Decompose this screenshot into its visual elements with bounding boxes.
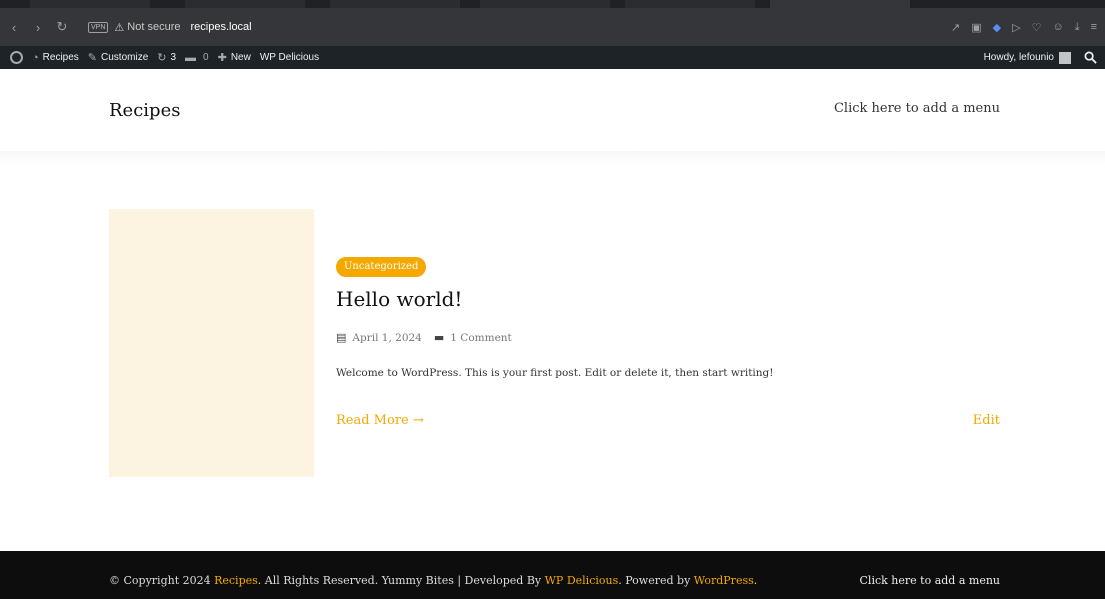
- dashboard-icon: ◔: [32, 51, 39, 64]
- copyright-middle: . All Rights Reserved. Yummy Bites | Dev…: [257, 574, 545, 587]
- copyright-end: .: [753, 574, 758, 587]
- read-more-link[interactable]: Read More →: [336, 413, 424, 428]
- admin-new-label: New: [230, 52, 251, 63]
- admin-plugin-label: WP Delicious: [259, 52, 320, 63]
- admin-comments-count: 0: [203, 52, 209, 63]
- copyright-prefix: © Copyright 2024: [109, 574, 215, 587]
- footer-copyright: © Copyright 2024 Recipes. All Rights Res…: [109, 574, 757, 587]
- browser-tab[interactable]: [625, 0, 755, 8]
- browser-tab[interactable]: [185, 0, 305, 8]
- footer-developer-link[interactable]: WP Delicious: [545, 574, 619, 587]
- browser-address-bar: ‹ › ↻ VPN ⚠ Not secure recipes.local ↗ ▣…: [0, 8, 1105, 46]
- avatar: [1059, 51, 1071, 64]
- play-icon[interactable]: ▷: [1012, 21, 1020, 34]
- url-field[interactable]: recipes.local: [190, 21, 251, 33]
- footer-menu-placeholder[interactable]: Click here to add a menu: [860, 574, 1000, 587]
- search-icon[interactable]: [1084, 51, 1097, 64]
- wordpress-logo-icon[interactable]: [10, 51, 23, 64]
- shield-icon[interactable]: ◆: [993, 21, 1001, 34]
- post-excerpt: Welcome to WordPress. This is your first…: [336, 367, 774, 379]
- comment-icon: ▬: [185, 51, 197, 64]
- menu-icon[interactable]: ≡: [1091, 21, 1097, 33]
- admin-site-label: Recipes: [42, 52, 79, 63]
- admin-customize-label: Customize: [101, 52, 149, 63]
- admin-updates-count: 3: [170, 52, 177, 63]
- browser-tab[interactable]: [480, 0, 610, 8]
- vpn-badge[interactable]: VPN: [88, 21, 109, 33]
- back-icon[interactable]: ‹: [4, 20, 24, 35]
- wp-admin-bar: ◔ Recipes ✎ Customize ↻ 3 ▬ 0 ✚ New WP D…: [0, 46, 1105, 69]
- admin-updates-link[interactable]: ↻ 3: [157, 51, 176, 64]
- plus-icon: ✚: [217, 52, 227, 64]
- post-date: April 1, 2024: [352, 331, 422, 344]
- browser-tab[interactable]: [330, 0, 460, 8]
- heart-icon[interactable]: ♡: [1032, 21, 1042, 34]
- share-icon[interactable]: ↗: [951, 21, 960, 34]
- updates-icon: ↻: [157, 52, 167, 64]
- header-divider: [0, 151, 1105, 165]
- admin-customize-link[interactable]: ✎ Customize: [88, 51, 148, 64]
- admin-comments-link[interactable]: ▬ 0: [185, 52, 209, 64]
- site-header: Recipes Click here to add a menu: [0, 69, 1105, 151]
- footer-site-link[interactable]: Recipes: [214, 574, 258, 587]
- footer-wordpress-link[interactable]: WordPress: [694, 574, 754, 587]
- admin-new-link[interactable]: ✚ New: [218, 51, 251, 64]
- brush-icon: ✎: [87, 52, 98, 64]
- category-badge[interactable]: Uncategorized: [336, 257, 427, 277]
- reload-icon[interactable]: ↻: [52, 19, 72, 35]
- calendar-icon: ▤: [336, 331, 347, 344]
- camera-icon[interactable]: ▣: [971, 21, 981, 34]
- download-icon[interactable]: ⤓: [1075, 21, 1080, 34]
- forward-icon[interactable]: ›: [28, 20, 48, 35]
- comment-icon: ▬: [433, 331, 445, 344]
- site-footer: © Copyright 2024 Recipes. All Rights Res…: [0, 551, 1105, 599]
- howdy-label: Howdy, lefounio: [983, 52, 1054, 63]
- security-status[interactable]: Not secure: [127, 21, 180, 33]
- browser-tab[interactable]: [30, 0, 150, 8]
- post-thumbnail[interactable]: [109, 209, 314, 477]
- warning-icon[interactable]: ⚠: [114, 21, 124, 34]
- post-comments-link[interactable]: 1 Comment: [450, 332, 511, 344]
- post-title[interactable]: Hello world!: [336, 287, 462, 311]
- post-meta: ▤ April 1, 2024 ▬ 1 Comment: [336, 331, 512, 344]
- profile-icon[interactable]: ☺: [1052, 21, 1063, 33]
- browser-toolbar-icons: ↗ ▣ ◆ ▷ ♡ ☺ ⤓ ≡: [951, 8, 1097, 46]
- admin-plugin-link[interactable]: WP Delicious: [260, 52, 319, 63]
- browser-tab-active[interactable]: [770, 0, 910, 8]
- admin-site-link[interactable]: ◔ Recipes: [32, 52, 79, 64]
- copyright-powered: . Powered by: [618, 574, 694, 587]
- admin-account-menu[interactable]: Howdy, lefounio: [984, 46, 1071, 69]
- header-menu-placeholder[interactable]: Click here to add a menu: [834, 101, 1000, 116]
- browser-tab-strip: [0, 0, 1105, 8]
- site-title[interactable]: Recipes: [109, 100, 180, 121]
- edit-link[interactable]: Edit: [973, 413, 1000, 428]
